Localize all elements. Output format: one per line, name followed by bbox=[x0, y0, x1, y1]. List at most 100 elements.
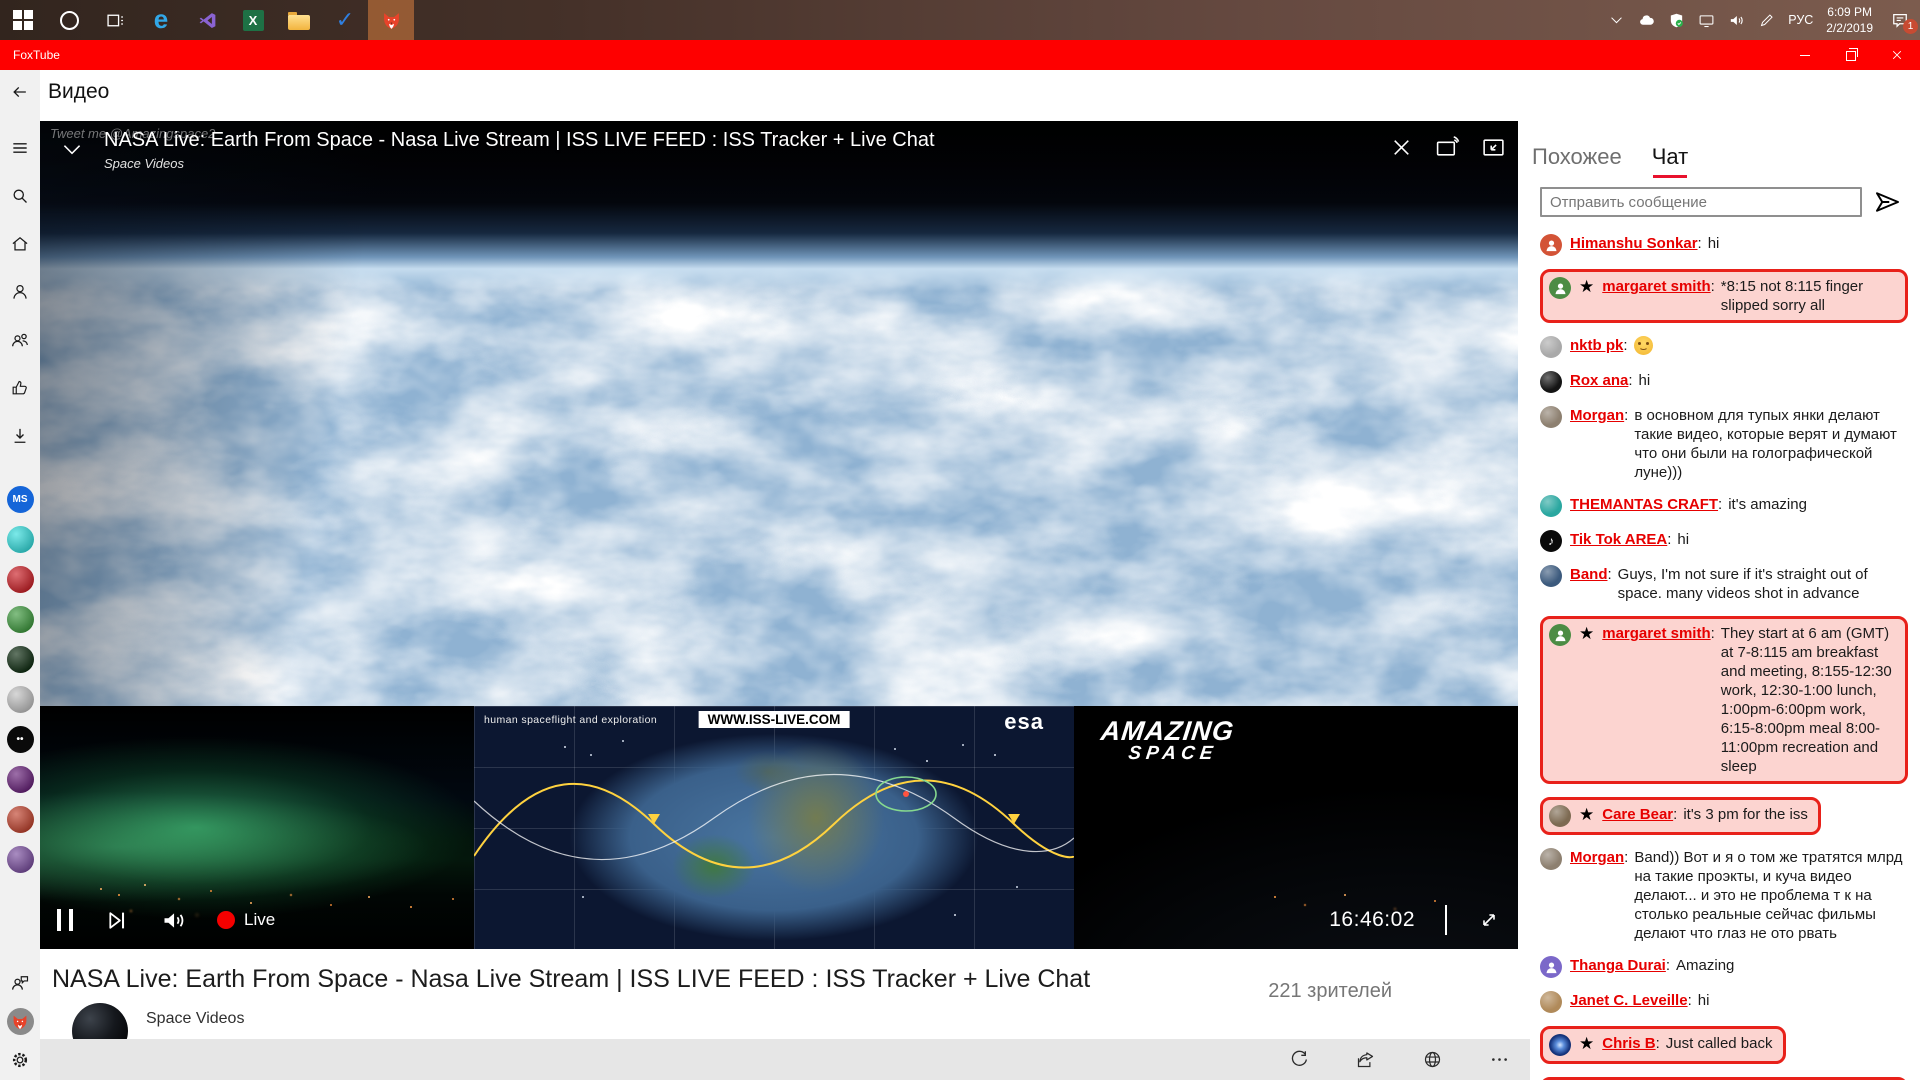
sidebar-channel-avatar[interactable] bbox=[7, 686, 34, 713]
taskbar-app-edge[interactable]: e bbox=[138, 0, 184, 40]
chat-message: Himanshu Sonkar:hi bbox=[1540, 234, 1908, 256]
chat-message: nktb pk: bbox=[1540, 336, 1908, 358]
subscriptions-icon[interactable] bbox=[10, 330, 30, 350]
account-icon[interactable] bbox=[10, 282, 30, 302]
minimize-button[interactable] bbox=[1782, 40, 1828, 70]
language-indicator[interactable]: РУС bbox=[1788, 13, 1813, 27]
sidebar-channel-avatar[interactable] bbox=[7, 606, 34, 633]
share-icon[interactable] bbox=[1355, 1049, 1376, 1070]
sidebar-channel-avatar[interactable] bbox=[7, 566, 34, 593]
chat-message-input[interactable] bbox=[1540, 187, 1862, 217]
close-button[interactable] bbox=[1874, 40, 1920, 70]
chat-username[interactable]: Janet C. Leveille bbox=[1570, 992, 1688, 1009]
downloads-icon[interactable] bbox=[10, 426, 30, 446]
foxtube-avatar[interactable] bbox=[7, 1008, 34, 1035]
chat-username[interactable]: Himanshu Sonkar bbox=[1570, 235, 1698, 252]
chat-username[interactable]: margaret smith bbox=[1602, 278, 1710, 295]
video-player[interactable]: human spaceflight and exploration WWW.IS… bbox=[40, 121, 1518, 949]
sidebar-channel-avatar[interactable] bbox=[7, 806, 34, 833]
chat-username[interactable]: Tik Tok AREA bbox=[1570, 531, 1667, 548]
fullscreen-icon[interactable] bbox=[1477, 908, 1501, 932]
pen-icon[interactable] bbox=[1758, 12, 1775, 29]
taskbar-app-visual-studio[interactable] bbox=[184, 0, 230, 40]
channel-name[interactable]: Space Videos bbox=[146, 1010, 244, 1028]
back-button[interactable] bbox=[10, 82, 30, 102]
tab-related[interactable]: Похожее bbox=[1532, 144, 1622, 170]
taskbar-app-cortana[interactable] bbox=[46, 0, 92, 40]
more-options-icon[interactable] bbox=[1489, 1049, 1510, 1070]
taskbar-app-task-view[interactable] bbox=[92, 0, 138, 40]
taskbar-app-file-explorer[interactable] bbox=[276, 0, 322, 40]
chat-text: *8:15 not 8:115 finger slipped sorry all bbox=[1721, 277, 1895, 315]
next-track-icon[interactable] bbox=[103, 907, 130, 934]
sidebar-channel-avatar[interactable] bbox=[7, 526, 34, 553]
sidebar-channel-avatar[interactable] bbox=[7, 766, 34, 793]
liked-videos-icon[interactable] bbox=[10, 378, 30, 398]
chat-username[interactable]: Morgan bbox=[1570, 407, 1624, 424]
menu-button[interactable] bbox=[10, 138, 30, 158]
clock-date: 2/2/2019 bbox=[1826, 20, 1873, 36]
chat-username[interactable]: Thanga Durai bbox=[1570, 957, 1666, 974]
emoji-laughing-face-icon bbox=[1634, 336, 1653, 355]
esa-logo: esa bbox=[1004, 709, 1044, 735]
person-avatar-icon bbox=[1544, 960, 1559, 975]
live-indicator: Live bbox=[217, 910, 275, 930]
taskbar-app-foxtube[interactable] bbox=[368, 0, 414, 40]
chat-message: Morgan: в основном для тупых янки делают … bbox=[1540, 406, 1908, 482]
chat-username[interactable]: margaret smith bbox=[1602, 625, 1710, 642]
chat-avatar bbox=[1549, 805, 1571, 827]
miniplayer-icon[interactable] bbox=[1481, 135, 1506, 160]
fox-icon bbox=[11, 1013, 29, 1031]
player-channel-name: Space Videos bbox=[104, 156, 935, 171]
chat-text: hi bbox=[1677, 530, 1908, 549]
onedrive-cloud-icon[interactable] bbox=[1638, 12, 1655, 29]
chat-text: it's amazing bbox=[1728, 495, 1908, 514]
chat-username[interactable]: THEMANTAS CRAFT bbox=[1570, 496, 1718, 513]
chat-username[interactable]: Rox ana bbox=[1570, 372, 1628, 389]
chat-avatar: ♪ bbox=[1540, 530, 1562, 552]
pause-button[interactable] bbox=[57, 909, 73, 931]
visual-studio-icon bbox=[197, 10, 218, 31]
sidebar-channel-avatar[interactable]: MS bbox=[7, 486, 34, 513]
chat-message: Morgan:Band)) Вот и я о том же тратятся … bbox=[1540, 848, 1908, 943]
volume-icon[interactable] bbox=[160, 907, 187, 934]
tab-chat[interactable]: Чат bbox=[1652, 144, 1689, 170]
chat-username[interactable]: Morgan bbox=[1570, 849, 1624, 866]
chat-username[interactable]: Chris B bbox=[1602, 1035, 1655, 1052]
sidebar-channel-avatar[interactable]: •• bbox=[7, 726, 34, 753]
chat-message: ♪Tik Tok AREA:hi bbox=[1540, 530, 1908, 552]
settings-gear-icon[interactable] bbox=[10, 1050, 30, 1070]
notification-badge: 1 bbox=[1903, 19, 1918, 34]
restore-button[interactable] bbox=[1828, 40, 1874, 70]
chat-avatar bbox=[1540, 495, 1562, 517]
system-tray: РУС 6:09 PM 2/2/2019 1 bbox=[1608, 0, 1920, 40]
close-video-icon[interactable] bbox=[1389, 135, 1414, 160]
send-message-icon[interactable] bbox=[1872, 188, 1903, 216]
refresh-icon[interactable] bbox=[1288, 1049, 1309, 1070]
chat-colon: : bbox=[1624, 407, 1628, 424]
member-star-icon: ★ bbox=[1579, 277, 1594, 298]
display-icon[interactable] bbox=[1698, 12, 1715, 29]
taskbar-app-start[interactable] bbox=[0, 0, 46, 40]
chat-username[interactable]: Care Bear bbox=[1602, 806, 1673, 823]
speaker-icon[interactable] bbox=[1728, 12, 1745, 29]
taskbar-app-excel[interactable]: X bbox=[230, 0, 276, 40]
chat-avatar bbox=[1540, 336, 1562, 358]
cast-icon[interactable] bbox=[1435, 135, 1460, 160]
player-actions bbox=[1389, 135, 1506, 160]
chat-username[interactable]: nktb pk bbox=[1570, 337, 1623, 354]
feedback-icon[interactable] bbox=[10, 973, 30, 993]
chat-avatar bbox=[1549, 624, 1571, 646]
clock[interactable]: 6:09 PM 2/2/2019 bbox=[1826, 4, 1873, 36]
chat-text: в основном для тупых янки делают такие в… bbox=[1634, 406, 1908, 482]
home-icon[interactable] bbox=[10, 234, 30, 254]
action-center-button[interactable]: 1 bbox=[1890, 10, 1912, 30]
sidebar-channel-avatar[interactable] bbox=[7, 846, 34, 873]
tray-chevron-icon[interactable] bbox=[1608, 12, 1625, 29]
defender-shield-icon[interactable] bbox=[1668, 12, 1685, 29]
globe-icon[interactable] bbox=[1422, 1049, 1443, 1070]
search-icon[interactable] bbox=[10, 186, 30, 206]
chat-username[interactable]: Band bbox=[1570, 566, 1608, 583]
taskbar-app-todo-check[interactable]: ✓ bbox=[322, 0, 368, 40]
sidebar-channel-avatar[interactable] bbox=[7, 646, 34, 673]
